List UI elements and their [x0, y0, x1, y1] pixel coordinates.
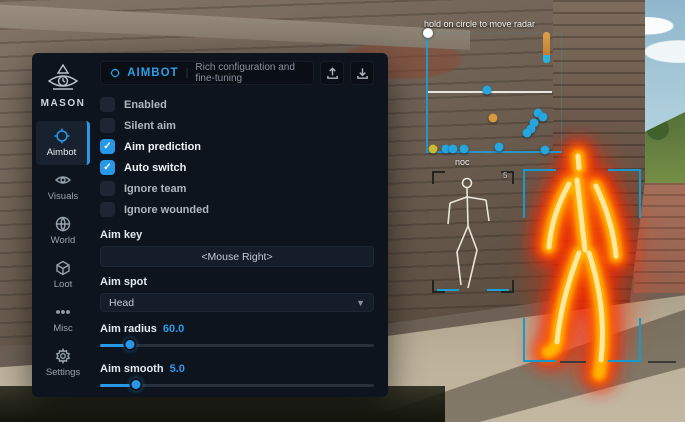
slider-thumb[interactable] — [124, 338, 137, 351]
cheat-menu-window: MASON Aimbot Visuals World — [32, 53, 388, 397]
aim-radius-header: Aim radius 60.0 — [100, 322, 374, 336]
checkbox-box[interactable] — [100, 118, 115, 133]
sidebar-item-label: Aimbot — [47, 147, 77, 158]
enemy-health-bar — [543, 32, 550, 63]
ellipsis-icon — [55, 304, 71, 320]
radar-hint-text: hold on circle to move radar — [424, 19, 535, 29]
aim-smooth-header: Aim smooth 5.0 — [100, 362, 374, 376]
radar-dot — [429, 145, 438, 154]
checkbox-label: Ignore wounded — [124, 204, 209, 216]
radar-dot — [541, 146, 550, 155]
radar-dot — [523, 129, 532, 138]
sidebar-item-label: Misc — [53, 323, 73, 334]
export-config-button[interactable] — [350, 61, 374, 85]
enemy-distance-label: 5 — [503, 171, 507, 180]
panel-title: AIMBOT — [127, 67, 178, 79]
radar-dot — [539, 113, 548, 122]
checkbox-ignore-team[interactable]: Ignore team — [100, 178, 374, 199]
sidebar-item-label: Settings — [46, 367, 80, 378]
aim-smooth-slider[interactable] — [100, 378, 374, 392]
aim-radius-value: 60.0 — [163, 323, 184, 335]
aim-key-label: Aim key — [100, 229, 374, 244]
checkbox-list: Enabled Silent aim Aim prediction Auto s… — [100, 94, 374, 220]
eye-icon — [55, 172, 71, 188]
aim-spot-select[interactable]: Head ▼ — [100, 293, 374, 312]
brand-name: MASON — [41, 98, 86, 109]
import-config-button[interactable] — [320, 61, 344, 85]
radar-dot — [489, 114, 498, 123]
checkbox-ignore-wounded[interactable]: Ignore wounded — [100, 199, 374, 220]
cube-icon — [55, 260, 71, 276]
checkbox-label: Auto switch — [124, 162, 186, 174]
header-separator: | — [186, 67, 189, 79]
enemy-armor-fill — [543, 55, 550, 63]
sidebar-item-label: Visuals — [48, 191, 78, 202]
sidebar-item-label: World — [51, 235, 76, 246]
checkbox-silent-aim[interactable]: Silent aim — [100, 115, 374, 136]
checkbox-box[interactable] — [100, 202, 115, 217]
radar-dot — [483, 86, 492, 95]
aimbot-header-icon — [110, 66, 120, 80]
checkbox-box[interactable] — [100, 160, 115, 175]
checkbox-box[interactable] — [100, 97, 115, 112]
panel-content: AIMBOT | Rich configuration and fine-tun… — [94, 53, 388, 397]
sidebar-item-misc[interactable]: Misc — [36, 297, 90, 341]
radar-dot — [460, 145, 469, 154]
radar — [426, 33, 562, 153]
download-icon — [356, 67, 369, 80]
crosshair-icon — [54, 128, 70, 144]
stone-tower — [553, 0, 645, 312]
checkbox-label: Ignore team — [124, 183, 186, 195]
aim-smooth-label: Aim smooth — [100, 363, 164, 375]
chevron-down-icon: ▼ — [356, 298, 365, 308]
aim-key-button[interactable]: <Mouse Right> — [100, 246, 374, 267]
checkbox-label: Aim prediction — [124, 141, 201, 153]
sidebar-item-world[interactable]: World — [36, 209, 90, 253]
aim-radius-slider[interactable] — [100, 338, 374, 352]
sidebar-item-aimbot[interactable]: Aimbot — [36, 121, 90, 165]
panel-subtitle: Rich configuration and fine-tuning — [195, 62, 304, 84]
checkbox-label: Enabled — [124, 99, 167, 111]
checkbox-box[interactable] — [100, 181, 115, 196]
aim-spot-label: Aim spot — [100, 276, 374, 291]
panel-header-strip: AIMBOT | Rich configuration and fine-tun… — [100, 61, 314, 85]
sidebar-item-settings[interactable]: Settings — [36, 341, 90, 385]
checkbox-auto-switch[interactable]: Auto switch — [100, 157, 374, 178]
slider-track[interactable] — [100, 344, 374, 347]
checkbox-aim-prediction[interactable]: Aim prediction — [100, 136, 374, 157]
radar-dot — [495, 143, 504, 152]
checkbox-enabled[interactable]: Enabled — [100, 94, 374, 115]
globe-icon — [55, 216, 71, 232]
sidebar-item-visuals[interactable]: Visuals — [36, 165, 90, 209]
checkbox-box[interactable] — [100, 139, 115, 154]
game-screen: hold on circle to move radar noc 5 MASON — [0, 0, 685, 422]
radar-dot — [449, 145, 458, 154]
checkbox-label: Silent aim — [124, 120, 176, 132]
aim-spot-value: Head — [109, 297, 134, 309]
aim-radius-label: Aim radius — [100, 323, 157, 335]
upload-icon — [326, 67, 339, 80]
sidebar-item-label: Loot — [54, 279, 73, 290]
brand: MASON — [41, 63, 86, 109]
enemy-health-fill — [543, 32, 550, 55]
aim-smooth-value: 5.0 — [170, 363, 185, 375]
gear-icon — [55, 348, 71, 364]
sidebar-item-loot[interactable]: Loot — [36, 253, 90, 297]
enemy-name-label: noc — [455, 157, 470, 167]
radar-move-handle[interactable] — [423, 28, 433, 38]
mason-eye-logo — [45, 63, 81, 95]
panel-header: AIMBOT | Rich configuration and fine-tun… — [100, 61, 374, 85]
slider-thumb[interactable] — [129, 378, 142, 391]
sidebar: MASON Aimbot Visuals World — [32, 53, 94, 397]
